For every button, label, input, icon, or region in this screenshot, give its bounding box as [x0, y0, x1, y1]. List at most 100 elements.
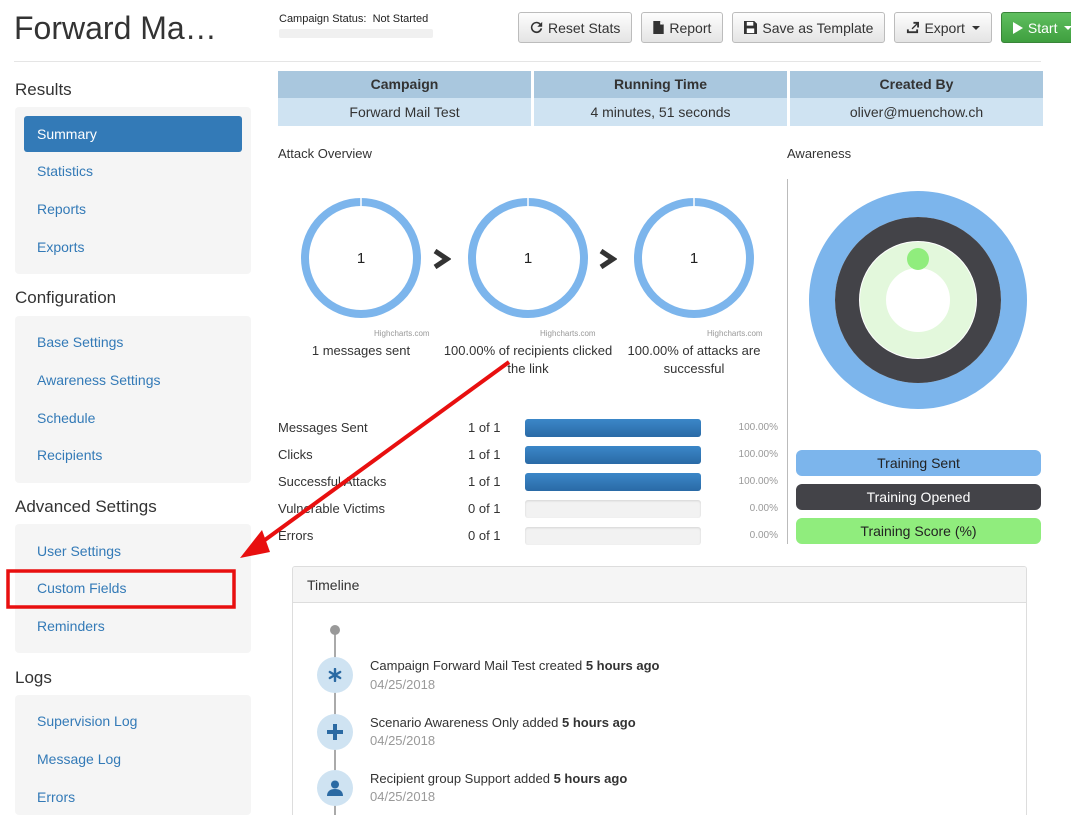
stat-percent: 100.00%: [738, 449, 778, 460]
attack-overview-title: Attack Overview: [278, 146, 372, 161]
stat-progress-bar: [525, 500, 701, 518]
awareness-chart: [809, 191, 1027, 409]
stat-count: 1 of 1: [468, 474, 501, 489]
nav-reminders[interactable]: Reminders: [24, 608, 242, 644]
chevron-right-icon: [599, 249, 617, 269]
nav-supervision-log[interactable]: Supervision Log: [24, 703, 242, 739]
legend-training-opened: Training Opened: [796, 484, 1041, 510]
info-campaign: Campaign Forward Mail Test: [278, 71, 531, 126]
stat-label: Successful Attacks: [278, 474, 387, 489]
stat-label: Errors: [278, 528, 314, 543]
results-heading: Results: [15, 80, 72, 99]
stat-count: 1 of 1: [468, 420, 501, 435]
floppy-disk-icon: [744, 21, 758, 34]
stat-progress-fill: [525, 473, 701, 491]
save-as-template-button[interactable]: Save as Template: [732, 12, 886, 43]
play-icon: [1012, 21, 1023, 34]
timeline-event-when: 5 hours ago: [562, 715, 636, 730]
timeline-event-date: 04/25/2018: [370, 789, 436, 804]
nav-recipients[interactable]: Recipients: [24, 437, 242, 473]
stat-label: Clicks: [278, 447, 313, 462]
campaign-status: Campaign Status: Not Started: [279, 13, 433, 38]
donut-value: 1: [689, 250, 699, 267]
info-running-time: Running Time 4 minutes, 51 seconds: [534, 71, 787, 126]
timeline-event-text: Recipient group Support added: [370, 771, 550, 786]
page-title: Forward Ma…: [14, 10, 217, 46]
nav-statistics[interactable]: Statistics: [24, 153, 242, 189]
asterisk-icon: [317, 657, 353, 693]
caret-down-icon: [1064, 25, 1071, 30]
stat-progress-fill: [525, 446, 701, 464]
start-label: Start: [1027, 19, 1058, 36]
stat-row: Errors 0 of 1 0.00%: [278, 526, 778, 546]
stat-percent: 0.00%: [749, 530, 778, 541]
export-dropdown-button[interactable]: Export: [894, 12, 992, 43]
nav-message-log[interactable]: Message Log: [24, 741, 242, 777]
campaign-status-label: Campaign Status:: [279, 13, 367, 25]
stat-row: Messages Sent 1 of 1 100.00%: [278, 418, 778, 438]
stat-progress-bar: [525, 419, 701, 437]
nav-schedule[interactable]: Schedule: [24, 400, 242, 436]
legend-training-sent: Training Sent: [796, 450, 1041, 476]
awareness-title: Awareness: [787, 146, 852, 161]
report-label: Report: [669, 19, 712, 36]
info-value: Forward Mail Test: [278, 98, 531, 126]
logs-nav: Supervision Log Message Log Errors: [15, 695, 251, 815]
stat-row: Vulnerable Victims 0 of 1 0.00%: [278, 499, 778, 519]
toolbar: Reset Stats Report Save as Template Expo…: [518, 12, 1071, 43]
stat-count: 0 of 1: [468, 528, 501, 543]
stat-count: 1 of 1: [468, 447, 501, 462]
donut-caption: 100.00% of recipients clicked the link: [443, 343, 613, 376]
timeline-title: Timeline: [293, 567, 1026, 603]
logs-heading: Logs: [15, 668, 52, 687]
nav-reports[interactable]: Reports: [24, 191, 242, 227]
donut-caption: 1 messages sent: [311, 343, 411, 358]
results-nav: Summary Statistics Reports Exports: [15, 107, 251, 274]
nav-exports[interactable]: Exports: [24, 229, 242, 265]
donut-value: 1: [356, 250, 366, 267]
info-header: Campaign: [278, 71, 531, 98]
info-value: 4 minutes, 51 seconds: [534, 98, 787, 126]
stat-percent: 100.00%: [738, 476, 778, 487]
highcharts-credit[interactable]: Highcharts.com: [374, 329, 430, 338]
timeline-event-date: 04/25/2018: [370, 733, 436, 748]
start-dropdown-button[interactable]: Start: [1000, 12, 1071, 43]
highcharts-credit[interactable]: Highcharts.com: [540, 329, 596, 338]
info-header: Running Time: [534, 71, 787, 98]
reset-stats-button[interactable]: Reset Stats: [518, 12, 633, 43]
user-icon: [317, 770, 353, 806]
timeline-event-date: 04/25/2018: [370, 677, 436, 692]
stat-row: Clicks 1 of 1 100.00%: [278, 445, 778, 465]
configuration-nav: Base Settings Awareness Settings Schedul…: [15, 316, 251, 483]
legend-training-score: Training Score (%): [796, 518, 1041, 544]
donut-caption: 100.00% of attacks are successful: [627, 343, 761, 376]
timeline-event-when: 5 hours ago: [585, 658, 660, 673]
nav-summary[interactable]: Summary: [24, 116, 242, 152]
timeline-event: Campaign Forward Mail Test created 5 hou…: [370, 658, 660, 673]
timeline-event: Recipient group Support added 5 hours ag…: [370, 771, 627, 786]
timeline-start-dot: [330, 625, 340, 635]
stat-label: Messages Sent: [278, 420, 368, 435]
report-button[interactable]: Report: [641, 12, 724, 43]
configuration-heading: Configuration: [15, 288, 117, 307]
stat-progress-bar: [525, 446, 701, 464]
highcharts-credit[interactable]: Highcharts.com: [707, 329, 763, 338]
nav-errors[interactable]: Errors: [24, 779, 242, 815]
stat-progress-fill: [525, 419, 701, 437]
timeline-event-when: 5 hours ago: [553, 771, 628, 786]
timeline-event-text: Campaign Forward Mail Test created: [370, 658, 583, 673]
nav-custom-fields[interactable]: Custom Fields: [24, 570, 242, 606]
plus-icon: [317, 714, 353, 750]
timeline-panel: Timeline Campaign Forward Mail Test crea…: [292, 566, 1027, 815]
info-created-by: Created By oliver@muenchow.ch: [790, 71, 1043, 126]
info-value: oliver@muenchow.ch: [790, 98, 1043, 126]
caret-down-icon: [971, 25, 980, 30]
file-icon: [653, 21, 665, 34]
nav-base-settings[interactable]: Base Settings: [24, 324, 242, 360]
chevron-right-icon: [433, 249, 451, 269]
stat-progress-bar: [525, 527, 701, 545]
nav-user-settings[interactable]: User Settings: [24, 533, 242, 569]
timeline-event: Scenario Awareness Only added 5 hours ag…: [370, 715, 636, 730]
nav-awareness-settings[interactable]: Awareness Settings: [24, 362, 242, 398]
stat-percent: 100.00%: [738, 422, 778, 433]
